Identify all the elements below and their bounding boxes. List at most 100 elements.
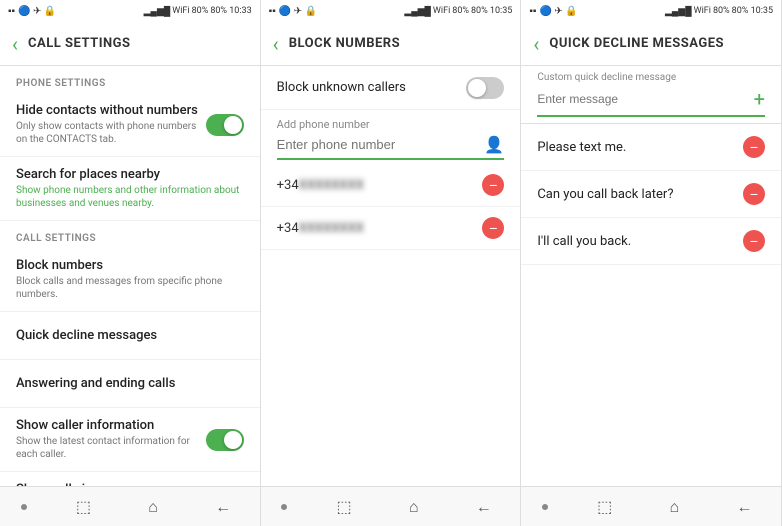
calls-popup-item[interactable]: Show calls in pop-up Show ongoing calls … bbox=[0, 472, 260, 486]
custom-message-label: Custom quick decline message bbox=[537, 72, 765, 83]
status-right-2: ▂▄▆█ WiFi 80% 80% 10:35 bbox=[404, 6, 512, 17]
caller-info-toggle[interactable] bbox=[206, 429, 244, 451]
screen-block-numbers: ▪▪ 🔵 ✈ 🔒 ▂▄▆█ WiFi 80% 80% 10:35 ‹ BLOCK… bbox=[261, 0, 522, 526]
add-phone-label: Add phone number bbox=[277, 118, 505, 131]
add-message-btn[interactable]: + bbox=[754, 87, 765, 111]
caller-info-item[interactable]: Show caller information Show the latest … bbox=[0, 408, 260, 472]
remove-number-btn-1[interactable]: − bbox=[482, 174, 504, 196]
back-nav-btn-1[interactable]: ← bbox=[207, 489, 239, 525]
caller-info-text: Show caller information Show the latest … bbox=[16, 418, 206, 461]
quick-decline-item[interactable]: Quick decline messages bbox=[0, 312, 260, 360]
recent-apps-btn-2[interactable]: ⬚ bbox=[329, 489, 360, 524]
status-left-2: ▪▪ 🔵 ✈ 🔒 bbox=[269, 6, 317, 17]
screen-icon-3: ▪▪ bbox=[529, 6, 536, 17]
quick-decline-text: Quick decline messages bbox=[16, 328, 244, 343]
call-settings-header: CALL SETTINGS bbox=[0, 221, 260, 248]
screen-title-3: QUICK DECLINE MESSAGES bbox=[549, 36, 724, 51]
custom-message-input[interactable] bbox=[537, 92, 753, 106]
wifi-icon-2: WiFi bbox=[433, 6, 450, 16]
status-right-3: ▂▄▆█ WiFi 80% 80% 10:35 bbox=[665, 6, 773, 17]
phone-settings-header: PHONE SETTINGS bbox=[0, 66, 260, 93]
battery-3: 80% bbox=[713, 6, 730, 16]
answering-ending-text: Answering and ending calls bbox=[16, 376, 244, 391]
back-nav-btn-3[interactable]: ← bbox=[728, 489, 760, 525]
caller-info-title: Show caller information bbox=[16, 418, 206, 433]
nav-dot-2 bbox=[281, 504, 287, 510]
status-icons-3: 🔵 ✈ 🔒 bbox=[539, 6, 577, 17]
top-bar-1: ‹ CALL SETTINGS bbox=[0, 22, 260, 66]
back-button-3[interactable]: ‹ bbox=[533, 32, 539, 56]
decline-message-row-3: I'll call you back. − bbox=[521, 218, 781, 265]
status-bar-1: ▪▪ 🔵 ✈ 🔒 ▂▄▆█ WiFi 80% 80% 10:33 bbox=[0, 0, 260, 22]
answering-ending-item[interactable]: Answering and ending calls bbox=[0, 360, 260, 408]
battery-2: 80% bbox=[452, 6, 469, 16]
blocked-number-1: +34XXXXXXXX bbox=[277, 178, 364, 193]
time-1: 80% 10:33 bbox=[210, 6, 251, 16]
back-button-2[interactable]: ‹ bbox=[273, 32, 279, 56]
block-numbers-subtitle: Block calls and messages from specific p… bbox=[16, 275, 244, 301]
hide-contacts-item[interactable]: Hide contacts without numbers Only show … bbox=[0, 93, 260, 157]
quick-decline-content: Custom quick decline message + Please te… bbox=[521, 66, 781, 486]
top-bar-2: ‹ BLOCK NUMBERS bbox=[261, 22, 521, 66]
screen-call-settings: ▪▪ 🔵 ✈ 🔒 ▂▄▆█ WiFi 80% 80% 10:33 ‹ CALL … bbox=[0, 0, 261, 526]
signal-icon-1: ▂▄▆█ bbox=[144, 6, 171, 17]
decline-message-1: Please text me. bbox=[537, 140, 626, 155]
block-numbers-item[interactable]: Block numbers Block calls and messages f… bbox=[0, 248, 260, 312]
bottom-nav-2: ⬚ ⌂ ← bbox=[261, 486, 521, 526]
top-bar-3: ‹ QUICK DECLINE MESSAGES bbox=[521, 22, 781, 66]
remove-number-btn-2[interactable]: − bbox=[482, 217, 504, 239]
person-icon: 👤 bbox=[484, 135, 504, 154]
home-btn-3[interactable]: ⌂ bbox=[662, 489, 688, 525]
signal-icon-3: ▂▄▆█ bbox=[665, 6, 692, 17]
block-unknown-toggle[interactable] bbox=[466, 77, 504, 99]
status-bar-3: ▪▪ 🔵 ✈ 🔒 ▂▄▆█ WiFi 80% 80% 10:35 bbox=[521, 0, 781, 22]
search-places-subtitle: Show phone numbers and other information… bbox=[16, 184, 244, 210]
block-numbers-title: Block numbers bbox=[16, 258, 244, 273]
back-button-1[interactable]: ‹ bbox=[12, 32, 18, 56]
decline-message-row-2: Can you call back later? − bbox=[521, 171, 781, 218]
battery-1: 80% bbox=[192, 6, 209, 16]
block-numbers-content: Block unknown callers Add phone number 👤… bbox=[261, 66, 521, 486]
caller-info-subtitle: Show the latest contact information for … bbox=[16, 435, 206, 461]
block-unknown-row[interactable]: Block unknown callers bbox=[261, 66, 521, 110]
nav-dot-1 bbox=[21, 504, 27, 510]
phone-input-field: 👤 bbox=[277, 135, 505, 160]
blocked-number-2: +34XXXXXXXX bbox=[277, 221, 364, 236]
wifi-icon-3: WiFi bbox=[694, 6, 711, 16]
bottom-nav-1: ⬚ ⌂ ← bbox=[0, 486, 260, 526]
screen-quick-decline: ▪▪ 🔵 ✈ 🔒 ▂▄▆█ WiFi 80% 80% 10:35 ‹ QUICK… bbox=[521, 0, 782, 526]
blocked-number-row-2: +34XXXXXXXX − bbox=[261, 207, 521, 250]
recent-apps-btn-3[interactable]: ⬚ bbox=[589, 489, 620, 524]
signal-icon-2: ▂▄▆█ bbox=[404, 6, 431, 17]
status-left-3: ▪▪ 🔵 ✈ 🔒 bbox=[529, 6, 577, 17]
screen-title-1: CALL SETTINGS bbox=[28, 36, 131, 51]
remove-message-btn-3[interactable]: − bbox=[743, 230, 765, 252]
block-unknown-label: Block unknown callers bbox=[277, 80, 406, 95]
home-btn-1[interactable]: ⌂ bbox=[140, 489, 166, 525]
remove-message-btn-1[interactable]: − bbox=[743, 136, 765, 158]
remove-message-btn-2[interactable]: − bbox=[743, 183, 765, 205]
screen-icon-1: ▪▪ bbox=[8, 6, 15, 17]
status-icons-1: 🔵 ✈ 🔒 bbox=[18, 6, 56, 17]
home-btn-2[interactable]: ⌂ bbox=[401, 489, 427, 525]
time-2: 80% 10:35 bbox=[471, 6, 512, 16]
custom-message-input-row: + bbox=[537, 87, 765, 117]
wifi-icon-1: WiFi bbox=[172, 6, 189, 16]
status-left-1: ▪▪ 🔵 ✈ 🔒 bbox=[8, 6, 56, 17]
back-nav-btn-2[interactable]: ← bbox=[468, 489, 500, 525]
status-right-1: ▂▄▆█ WiFi 80% 80% 10:33 bbox=[144, 6, 252, 17]
blocked-number-row-1: +34XXXXXXXX − bbox=[261, 164, 521, 207]
status-icons-2: 🔵 ✈ 🔒 bbox=[279, 6, 317, 17]
phone-input[interactable] bbox=[277, 137, 485, 152]
block-numbers-text: Block numbers Block calls and messages f… bbox=[16, 258, 244, 301]
screen-title-2: BLOCK NUMBERS bbox=[289, 36, 400, 51]
call-settings-content: PHONE SETTINGS Hide contacts without num… bbox=[0, 66, 260, 486]
quick-decline-title: Quick decline messages bbox=[16, 328, 244, 343]
blocked-number-2-blurred: XXXXXXXX bbox=[299, 221, 364, 236]
hide-contacts-toggle[interactable] bbox=[206, 114, 244, 136]
search-places-item[interactable]: Search for places nearby Show phone numb… bbox=[0, 157, 260, 221]
custom-message-area: Custom quick decline message + bbox=[521, 66, 781, 124]
recent-apps-btn-1[interactable]: ⬚ bbox=[68, 489, 99, 524]
screen-icon-2: ▪▪ bbox=[269, 6, 276, 17]
answering-ending-title: Answering and ending calls bbox=[16, 376, 244, 391]
